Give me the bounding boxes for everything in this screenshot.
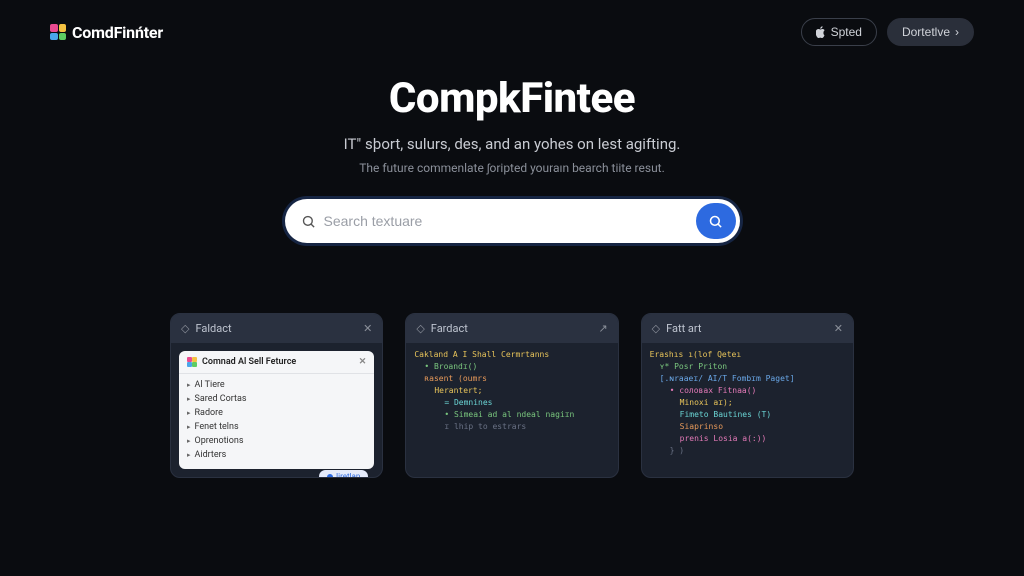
code-line: Erashıs ı(lof Qeteı <box>650 349 845 361</box>
search-icon <box>708 214 723 229</box>
brand-logo[interactable]: ComdFinńter <box>50 23 163 42</box>
list-item[interactable]: Fenet telns <box>187 420 366 434</box>
search-input[interactable] <box>316 213 696 229</box>
brand-text: ComdFinńter <box>72 23 163 42</box>
list-item[interactable]: Al Tiere <box>187 378 366 392</box>
inner-list: Al Tiere Sared Cortas Radore Fenet telns… <box>179 374 374 466</box>
chevron-right-icon: › <box>955 25 959 39</box>
code-preview: Cakland A I Shall Cermrtanns • Broandɪ()… <box>406 343 617 439</box>
feature-card-1: ◇ Faldact ✕ Comnad Al Sell Feturce ✕ Al … <box>170 313 383 478</box>
cards-row: ◇ Faldact ✕ Comnad Al Sell Feturce ✕ Al … <box>0 313 1024 478</box>
primary-cta-button[interactable]: Dortetlve › <box>887 18 974 46</box>
code-line: Fimeto Bautines (T) <box>650 409 845 421</box>
search-submit-button[interactable] <box>696 203 736 239</box>
code-line: Minoxi aɪ); <box>650 397 845 409</box>
code-line: } ) <box>650 445 845 457</box>
expand-icon[interactable]: ↗ <box>598 322 607 335</box>
logo-icon <box>50 24 66 40</box>
list-item[interactable]: Oprenotions <box>187 434 366 448</box>
code-line: ʏ* Posr Priton <box>650 361 845 373</box>
apple-button[interactable]: Spted <box>801 18 877 46</box>
diamond-icon: ◇ <box>181 322 189 335</box>
inner-panel: Comnad Al Sell Feturce ✕ Al Tiere Sared … <box>179 351 374 469</box>
code-line: [.ɴraaeɪ/ AI/T Fombɪm Paget] <box>650 373 845 385</box>
hero-title: CompkFintee <box>0 74 1024 123</box>
card-title: Fardact <box>431 322 468 335</box>
close-icon[interactable]: ✕ <box>359 357 367 367</box>
apple-icon <box>816 26 826 38</box>
list-item[interactable]: Aidrters <box>187 448 366 462</box>
search-icon <box>301 214 316 229</box>
primary-cta-label: Dortetlve <box>902 25 950 39</box>
feature-card-3: ◇ Fatt art ✕ Erashıs ı(lof Qeteı ʏ* Posr… <box>641 313 854 478</box>
pill-label: Iiretlan <box>336 472 360 477</box>
code-preview: Erashıs ı(lof Qeteı ʏ* Posr Priton [.ɴra… <box>642 343 853 463</box>
code-line: • Broandɪ() <box>414 361 609 373</box>
diamond-icon: ◇ <box>416 322 424 335</box>
diamond-icon: ◇ <box>652 322 660 335</box>
feature-card-2: ◇ Fardact ↗ Cakland A I Shall Cermrtanns… <box>405 313 618 478</box>
close-icon[interactable]: ✕ <box>363 322 372 335</box>
card-title: Fatt art <box>666 322 701 335</box>
card-title: Faldact <box>195 322 231 335</box>
code-line: • соловах Fitnaa() <box>650 385 845 397</box>
close-icon[interactable]: ✕ <box>834 322 843 335</box>
inner-panel-title: Comnad Al Sell Feturce <box>202 357 296 367</box>
logo-icon <box>187 357 197 367</box>
code-line: prenis Losia a(:)) <box>650 433 845 445</box>
search-bar[interactable] <box>285 199 740 243</box>
list-item[interactable]: Sared Cortas <box>187 392 366 406</box>
code-line: ʀasent (oumrs <box>414 373 609 385</box>
code-line: ɪ lhip to estrars <box>414 421 609 433</box>
list-item[interactable]: Radore <box>187 406 366 420</box>
code-line: = Demnines <box>414 397 609 409</box>
hero-subtitle: IT" sþort, sulurs, des, and an yohes on … <box>0 135 1024 153</box>
code-line: Herantert; <box>414 385 609 397</box>
code-line: Cakland A I Shall Cermrtanns <box>414 349 609 361</box>
code-line: • Simeai ad al ndeal nagiɪn <box>414 409 609 421</box>
action-pill[interactable]: Iiretlan <box>319 470 368 477</box>
apple-button-label: Spted <box>831 25 862 39</box>
code-line: Siaprinso <box>650 421 845 433</box>
hero-subtitle-secondary: The future commenlate ʃoripted youraın b… <box>0 161 1024 175</box>
play-icon <box>327 474 333 478</box>
